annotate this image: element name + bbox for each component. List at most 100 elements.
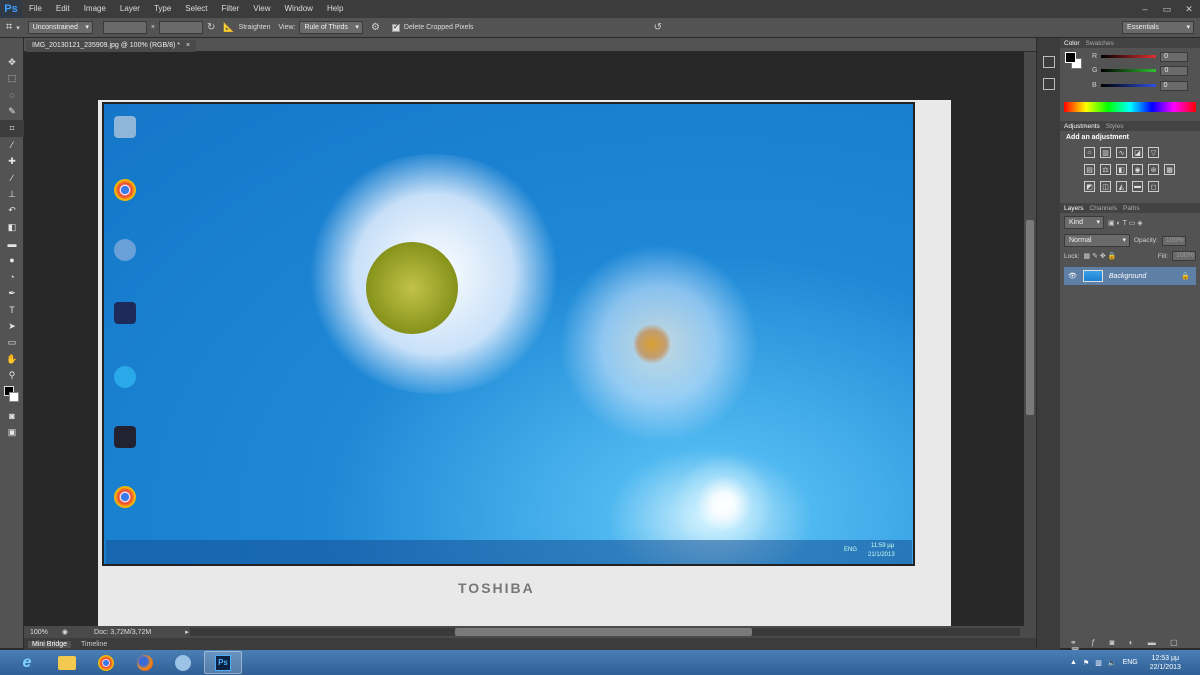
move-tool-icon[interactable]: ✥ bbox=[0, 54, 24, 71]
vibrance-icon[interactable]: ▽ bbox=[1148, 147, 1159, 158]
eyedropper-tool-icon[interactable]: ⁄ bbox=[0, 137, 24, 154]
screen-mode-icon[interactable]: ▣ bbox=[0, 425, 24, 442]
blur-tool-icon[interactable]: ● bbox=[0, 252, 24, 269]
menu-window[interactable]: Window bbox=[278, 0, 320, 18]
gear-icon[interactable]: ⚙ bbox=[371, 22, 380, 33]
ratio-dropdown[interactable]: Unconstrained bbox=[27, 21, 93, 34]
dodge-tool-icon[interactable]: ◔ bbox=[0, 269, 24, 286]
vertical-scroll-thumb[interactable] bbox=[1026, 220, 1034, 415]
green-value[interactable]: 0 bbox=[1160, 65, 1189, 76]
eye-icon[interactable]: 👁 bbox=[1068, 272, 1077, 280]
horizontal-scroll-thumb[interactable] bbox=[455, 628, 752, 636]
height-field[interactable] bbox=[158, 21, 203, 34]
document-tab-close-icon[interactable]: × bbox=[186, 42, 190, 49]
explorer-taskbar-button[interactable] bbox=[48, 651, 86, 674]
brightness-contrast-icon[interactable]: ☼ bbox=[1084, 147, 1095, 158]
posterize-icon[interactable]: ◫ bbox=[1100, 181, 1111, 192]
pen-tool-icon[interactable]: ✒ bbox=[0, 285, 24, 302]
background-color-swatch[interactable] bbox=[9, 392, 19, 402]
tray-arrow-icon[interactable]: ▲ bbox=[1070, 659, 1077, 666]
document-image[interactable]: ENG 11:59 μμ 21/1/2013 TOSHIBA bbox=[98, 100, 951, 626]
menu-layer[interactable]: Layer bbox=[113, 0, 147, 18]
rectangle-tool-icon[interactable]: ▭ bbox=[0, 335, 24, 352]
filter-pixel-icon[interactable]: ▣ ◐ T ▭ ◈ bbox=[1108, 219, 1143, 227]
eraser-tool-icon[interactable]: ◧ bbox=[0, 219, 24, 236]
layer-filter-dropdown[interactable]: Kind bbox=[1064, 216, 1104, 229]
chrome-taskbar-button[interactable] bbox=[87, 651, 125, 674]
menu-help[interactable]: Help bbox=[320, 0, 350, 18]
green-slider[interactable] bbox=[1101, 69, 1157, 72]
width-field[interactable] bbox=[102, 21, 147, 34]
crop-tool-icon[interactable]: ⌗ bbox=[0, 120, 24, 137]
network-icon[interactable]: ▥ bbox=[1095, 659, 1102, 667]
clone-stamp-tool-icon[interactable]: ⊥ bbox=[0, 186, 24, 203]
history-panel-icon[interactable] bbox=[1043, 56, 1055, 68]
color-fg-swatch[interactable] bbox=[1065, 52, 1076, 63]
tool-preset-dropdown-icon[interactable]: ▾ bbox=[16, 24, 20, 32]
crop-tool-icon[interactable]: ⌗ bbox=[6, 21, 12, 34]
color-spectrum-bar[interactable] bbox=[1064, 102, 1196, 112]
tab-adjustments[interactable]: Adjustments bbox=[1064, 123, 1100, 130]
tab-mini-bridge[interactable]: Mini Bridge bbox=[28, 640, 72, 648]
type-tool-icon[interactable]: T bbox=[0, 302, 24, 319]
red-slider[interactable] bbox=[1101, 55, 1157, 58]
tray-flag-icon[interactable]: ⚑ bbox=[1083, 659, 1089, 667]
menu-file[interactable]: File bbox=[22, 0, 49, 18]
taskbar-clock[interactable]: 12:53 μμ 22/1/2013 bbox=[1150, 654, 1181, 672]
menu-edit[interactable]: Edit bbox=[49, 0, 77, 18]
healing-brush-tool-icon[interactable]: ✚ bbox=[0, 153, 24, 170]
color-lookup-icon[interactable]: ▦ bbox=[1164, 164, 1175, 175]
straighten-label[interactable]: Straighten bbox=[239, 24, 271, 31]
selective-color-icon[interactable]: ◻ bbox=[1148, 181, 1159, 192]
menu-image[interactable]: Image bbox=[77, 0, 113, 18]
exposure-icon[interactable]: ◪ bbox=[1132, 147, 1143, 158]
new-layer-icon[interactable]: ▢ bbox=[1170, 638, 1184, 647]
black-white-icon[interactable]: ◧ bbox=[1116, 164, 1127, 175]
workspace-dropdown[interactable]: Essentials bbox=[1122, 21, 1194, 34]
new-group-icon[interactable]: ▬ bbox=[1148, 638, 1162, 647]
marquee-tool-icon[interactable]: ⬚ bbox=[0, 71, 24, 88]
color-swatches-icon[interactable] bbox=[0, 384, 24, 408]
blue-value[interactable]: 0 bbox=[1159, 80, 1188, 91]
minimize-button[interactable]: – bbox=[1134, 0, 1156, 18]
maximize-button[interactable]: ▭ bbox=[1156, 0, 1178, 18]
menu-filter[interactable]: Filter bbox=[215, 0, 247, 18]
zoom-tool-icon[interactable]: ⚲ bbox=[0, 368, 24, 385]
properties-panel-icon[interactable] bbox=[1043, 78, 1055, 90]
tab-timeline[interactable]: Timeline bbox=[77, 641, 111, 648]
swap-dimensions-icon[interactable]: ↻ bbox=[207, 22, 215, 33]
view-overlay-dropdown[interactable]: Rule of Thirds bbox=[299, 21, 363, 34]
history-brush-tool-icon[interactable]: ↶ bbox=[0, 203, 24, 220]
layer-background[interactable]: 👁 Background 🔒 bbox=[1064, 267, 1196, 285]
brush-tool-icon[interactable]: ∕ bbox=[0, 170, 24, 187]
tab-layers[interactable]: Layers bbox=[1064, 205, 1084, 212]
menu-type[interactable]: Type bbox=[147, 0, 178, 18]
lock-icons[interactable]: ▦ ✎ ✥ 🔒 bbox=[1084, 252, 1117, 260]
fx-icon[interactable]: ƒ bbox=[1091, 638, 1101, 647]
color-balance-icon[interactable]: ⚖ bbox=[1100, 164, 1111, 175]
add-mask-icon[interactable]: ◙ bbox=[1110, 638, 1121, 647]
photo-filter-icon[interactable]: ◉ bbox=[1132, 164, 1143, 175]
layer-name[interactable]: Background bbox=[1109, 273, 1146, 280]
menu-view[interactable]: View bbox=[246, 0, 277, 18]
delete-cropped-checkbox[interactable] bbox=[391, 22, 400, 32]
levels-icon[interactable]: ▥ bbox=[1100, 147, 1111, 158]
red-value[interactable]: 0 bbox=[1160, 51, 1189, 62]
lasso-tool-icon[interactable]: ◌ bbox=[0, 87, 24, 104]
tab-channels[interactable]: Channels bbox=[1090, 205, 1117, 212]
close-button[interactable]: ✕ bbox=[1178, 0, 1200, 18]
quick-mask-icon[interactable]: ◙ bbox=[0, 408, 24, 425]
photoshop-taskbar-button[interactable]: Ps bbox=[204, 651, 242, 674]
ie-taskbar-button[interactable]: e bbox=[8, 651, 46, 674]
tab-swatches[interactable]: Swatches bbox=[1086, 40, 1114, 47]
blend-mode-dropdown[interactable]: Normal bbox=[1064, 234, 1130, 247]
invert-icon[interactable]: ◩ bbox=[1084, 181, 1095, 192]
opacity-value[interactable]: 100% bbox=[1161, 235, 1186, 246]
new-adjustment-icon[interactable]: ◐ bbox=[1129, 638, 1140, 647]
quick-selection-tool-icon[interactable]: ✎ bbox=[0, 104, 24, 121]
tab-styles[interactable]: Styles bbox=[1106, 123, 1124, 130]
menu-select[interactable]: Select bbox=[178, 0, 214, 18]
fill-value[interactable]: 100% bbox=[1172, 251, 1196, 261]
threshold-icon[interactable]: ◭ bbox=[1116, 181, 1127, 192]
status-info-icon[interactable]: ◉ bbox=[62, 628, 68, 636]
